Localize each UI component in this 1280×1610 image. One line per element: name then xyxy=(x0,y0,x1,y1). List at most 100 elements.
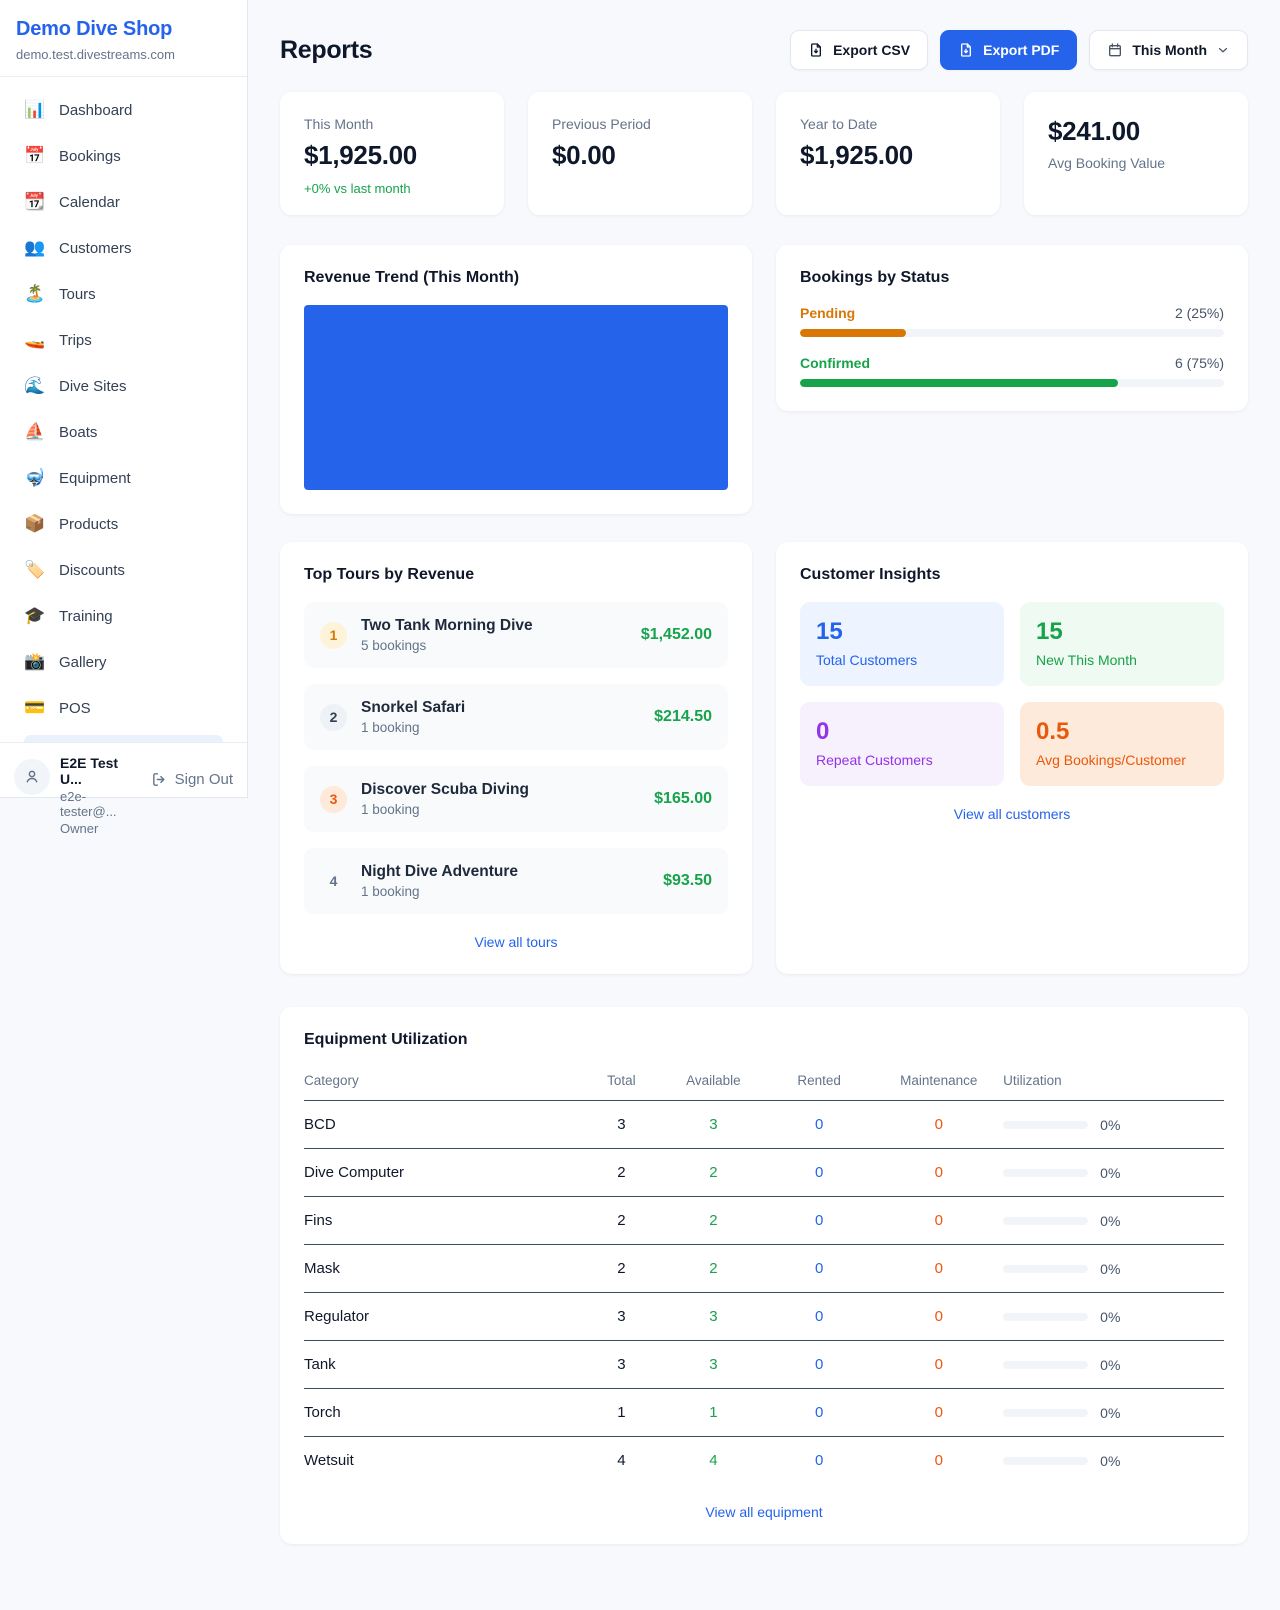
sidebar-item-training[interactable]: 🎓 Training xyxy=(12,597,235,635)
sailboat-icon: ⛵ xyxy=(24,422,46,442)
stat-value: $0.00 xyxy=(552,140,728,171)
tile-label: New This Month xyxy=(1036,652,1208,668)
sidebar-item-trips[interactable]: 🚤 Trips xyxy=(12,321,235,359)
utilization-bar-track xyxy=(1003,1361,1088,1369)
cell-maintenance: 0 xyxy=(874,1245,1003,1293)
export-pdf-button[interactable]: Export PDF xyxy=(940,30,1077,70)
stat-card-previous-period: Previous Period $0.00 xyxy=(528,92,752,215)
export-pdf-label: Export PDF xyxy=(983,42,1059,58)
table-row: BCD 3 3 0 0 0% xyxy=(304,1101,1224,1149)
equipment-table: Category Total Available Rented Maintena… xyxy=(304,1065,1224,1484)
period-dropdown[interactable]: This Month xyxy=(1089,30,1248,70)
cell-maintenance: 0 xyxy=(874,1197,1003,1245)
tour-row: 1 Two Tank Morning Dive 5 bookings $1,45… xyxy=(304,602,728,668)
sidebar-user-section: E2E Test U... e2e-tester@... Owner Sign … xyxy=(0,742,247,852)
revenue-trend-title: Revenue Trend (This Month) xyxy=(304,269,728,287)
col-maintenance: Maintenance xyxy=(874,1065,1003,1101)
status-row-pending: Pending 2 (25%) xyxy=(800,305,1224,337)
sidebar-item-tours[interactable]: 🏝️ Tours xyxy=(12,275,235,313)
utilization-cell: 0% xyxy=(1003,1117,1224,1133)
bookings-calendar-icon: 📅 xyxy=(24,146,46,166)
sidebar-item-label: Calendar xyxy=(59,194,120,211)
table-row: Torch 1 1 0 0 0% xyxy=(304,1389,1224,1437)
cell-maintenance: 0 xyxy=(874,1341,1003,1389)
customer-insights-title: Customer Insights xyxy=(800,566,1224,584)
stat-label: Avg Booking Value xyxy=(1048,155,1224,171)
stat-card-year-to-date: Year to Date $1,925.00 xyxy=(776,92,1000,215)
utilization-pct: 0% xyxy=(1100,1309,1120,1325)
shop-domain: demo.test.divestreams.com xyxy=(16,47,231,62)
tour-name: Night Dive Adventure xyxy=(361,863,649,881)
user-role: Owner xyxy=(60,821,141,836)
utilization-bar-track xyxy=(1003,1313,1088,1321)
utilization-pct: 0% xyxy=(1100,1357,1120,1373)
view-all-tours-link[interactable]: View all tours xyxy=(304,934,728,950)
revenue-trend-card: Revenue Trend (This Month) xyxy=(280,245,752,514)
dashboard-icon: 📊 xyxy=(24,100,46,120)
tile-new-this-month: 15 New This Month xyxy=(1020,602,1224,686)
sidebar-item-reports-partial[interactable] xyxy=(24,735,223,742)
shop-name: Demo Dive Shop xyxy=(16,18,231,41)
tile-value: 15 xyxy=(816,618,988,646)
status-count: 6 (75%) xyxy=(1175,355,1224,371)
stat-label: This Month xyxy=(304,116,480,132)
rank-badge: 2 xyxy=(320,704,347,731)
user-name: E2E Test U... xyxy=(60,755,141,787)
sign-out-button[interactable]: Sign Out xyxy=(151,771,233,788)
tile-value: 15 xyxy=(1036,618,1208,646)
tour-bookings: 1 booking xyxy=(361,884,649,899)
utilization-cell: 0% xyxy=(1003,1309,1224,1325)
user-info: E2E Test U... e2e-tester@... Owner xyxy=(60,755,141,836)
col-utilization: Utilization xyxy=(1003,1065,1224,1101)
cell-maintenance: 0 xyxy=(874,1101,1003,1149)
sidebar-item-dive-sites[interactable]: 🌊 Dive Sites xyxy=(12,367,235,405)
status-bar-track xyxy=(800,379,1224,387)
sidebar-item-pos[interactable]: 💳 POS xyxy=(12,689,235,727)
utilization-cell: 0% xyxy=(1003,1405,1224,1421)
cell-available: 1 xyxy=(663,1389,764,1437)
utilization-bar-track xyxy=(1003,1217,1088,1225)
sidebar-item-label: Gallery xyxy=(59,654,107,671)
tile-total-customers: 15 Total Customers xyxy=(800,602,1004,686)
tile-label: Avg Bookings/Customer xyxy=(1036,752,1208,768)
tour-revenue: $1,452.00 xyxy=(641,626,712,644)
sidebar-item-calendar[interactable]: 📆 Calendar xyxy=(12,183,235,221)
sidebar-item-label: Products xyxy=(59,516,118,533)
page-title: Reports xyxy=(280,36,372,65)
sidebar-item-label: Equipment xyxy=(59,470,131,487)
col-category: Category xyxy=(304,1065,580,1101)
export-csv-button[interactable]: Export CSV xyxy=(790,30,928,70)
table-row: Mask 2 2 0 0 0% xyxy=(304,1245,1224,1293)
cell-maintenance: 0 xyxy=(874,1437,1003,1485)
charts-row: Revenue Trend (This Month) Bookings by S… xyxy=(280,245,1248,514)
sidebar-item-boats[interactable]: ⛵ Boats xyxy=(12,413,235,451)
sidebar-item-products[interactable]: 📦 Products xyxy=(12,505,235,543)
stat-value: $1,925.00 xyxy=(304,140,480,171)
view-all-equipment-link[interactable]: View all equipment xyxy=(304,1504,1224,1520)
view-all-customers-link[interactable]: View all customers xyxy=(800,806,1224,822)
sidebar-item-customers[interactable]: 👥 Customers xyxy=(12,229,235,267)
sidebar-item-discounts[interactable]: 🏷️ Discounts xyxy=(12,551,235,589)
sidebar-item-dashboard[interactable]: 📊 Dashboard xyxy=(12,91,235,129)
graduation-cap-icon: 🎓 xyxy=(24,606,46,626)
wave-icon: 🌊 xyxy=(24,376,46,396)
island-icon: 🏝️ xyxy=(24,284,46,304)
utilization-pct: 0% xyxy=(1100,1453,1120,1469)
utilization-pct: 0% xyxy=(1100,1117,1120,1133)
status-bar-track xyxy=(800,329,1224,337)
header-actions: Export CSV Export PDF This Month xyxy=(790,30,1248,70)
sidebar-item-gallery[interactable]: 📸 Gallery xyxy=(12,643,235,681)
utilization-cell: 0% xyxy=(1003,1357,1224,1373)
bookings-by-status-title: Bookings by Status xyxy=(800,269,1224,287)
person-icon xyxy=(23,768,41,786)
stat-value: $1,925.00 xyxy=(800,140,976,171)
stat-card-this-month: This Month $1,925.00 +0% vs last month xyxy=(280,92,504,215)
table-row: Wetsuit 4 4 0 0 0% xyxy=(304,1437,1224,1485)
calendar-icon: 📆 xyxy=(24,192,46,212)
cell-available: 3 xyxy=(663,1101,764,1149)
cell-maintenance: 0 xyxy=(874,1149,1003,1197)
cell-category: Dive Computer xyxy=(304,1149,580,1197)
cell-rented: 0 xyxy=(764,1101,874,1149)
sidebar-item-bookings[interactable]: 📅 Bookings xyxy=(12,137,235,175)
sidebar-item-equipment[interactable]: 🤿 Equipment xyxy=(12,459,235,497)
